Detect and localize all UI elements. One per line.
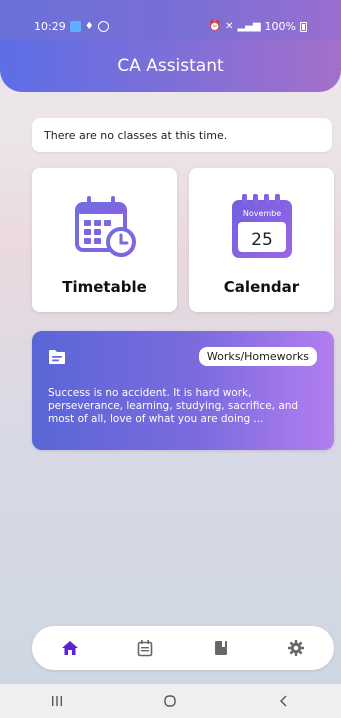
notification-icon: ♦ — [84, 21, 94, 32]
nav-notes[interactable] — [203, 630, 239, 666]
calendar-day-text: 25 — [251, 230, 273, 250]
home-icon — [61, 641, 78, 655]
timetable-icon — [69, 190, 141, 266]
class-status-notice: There are no classes at this time. — [32, 118, 332, 152]
alarm-icon: ⏰ — [208, 21, 222, 32]
homework-badge[interactable]: Works/Homeworks — [198, 347, 317, 366]
app-screen: 10:29 ♦ ⏰ ✕ ▂▄▆ 100% CA Assistant There … — [0, 0, 341, 718]
battery-text: 100% — [264, 20, 296, 33]
nav-home[interactable] — [52, 630, 88, 666]
notification-circle-icon — [97, 21, 109, 32]
status-right: ⏰ ✕ ▂▄▆ 100% — [209, 20, 307, 33]
calendar-icon: Novembe 25 — [227, 192, 297, 266]
recent-apps-icon — [51, 696, 62, 706]
back-chevron-icon — [280, 695, 287, 707]
nav-settings[interactable] — [278, 630, 314, 666]
calendar-label: Calendar — [223, 278, 300, 296]
timetable-label: Timetable — [62, 278, 147, 296]
system-navigation-bar — [0, 684, 341, 718]
calendar-month-text: Novembe — [242, 209, 280, 218]
calendar-card[interactable]: Novembe 25 Calendar — [189, 168, 334, 312]
app-header: CA Assistant — [0, 40, 341, 92]
battery-icon — [300, 21, 307, 32]
recent-apps-button[interactable] — [37, 689, 77, 713]
homework-card[interactable]: Works/Homeworks Success is no accident. … — [32, 331, 334, 450]
folder-icon — [48, 349, 66, 369]
notice-text: There are no classes at this time. — [44, 128, 228, 142]
status-left: 10:29 ♦ — [34, 20, 109, 33]
home-circle-icon — [164, 695, 177, 707]
page-title: CA Assistant — [117, 56, 224, 76]
status-bar: 10:29 ♦ ⏰ ✕ ▂▄▆ 100% — [0, 0, 341, 40]
home-system-button[interactable] — [150, 689, 190, 713]
notification-app-icon — [69, 21, 81, 32]
timetable-card[interactable]: Timetable — [32, 168, 177, 312]
nav-timetable[interactable] — [127, 630, 163, 666]
gear-icon — [288, 640, 305, 656]
mute-icon: ✕ — [225, 21, 234, 32]
bottom-navigation — [32, 626, 334, 670]
motivational-quote: Success is no accident. It is hard work,… — [48, 387, 299, 425]
book-icon — [214, 641, 227, 655]
calendar-icon — [137, 640, 153, 657]
signal-icon: ▂▄▆ — [237, 21, 261, 32]
status-time: 10:29 — [34, 20, 66, 33]
back-button[interactable] — [264, 689, 304, 713]
